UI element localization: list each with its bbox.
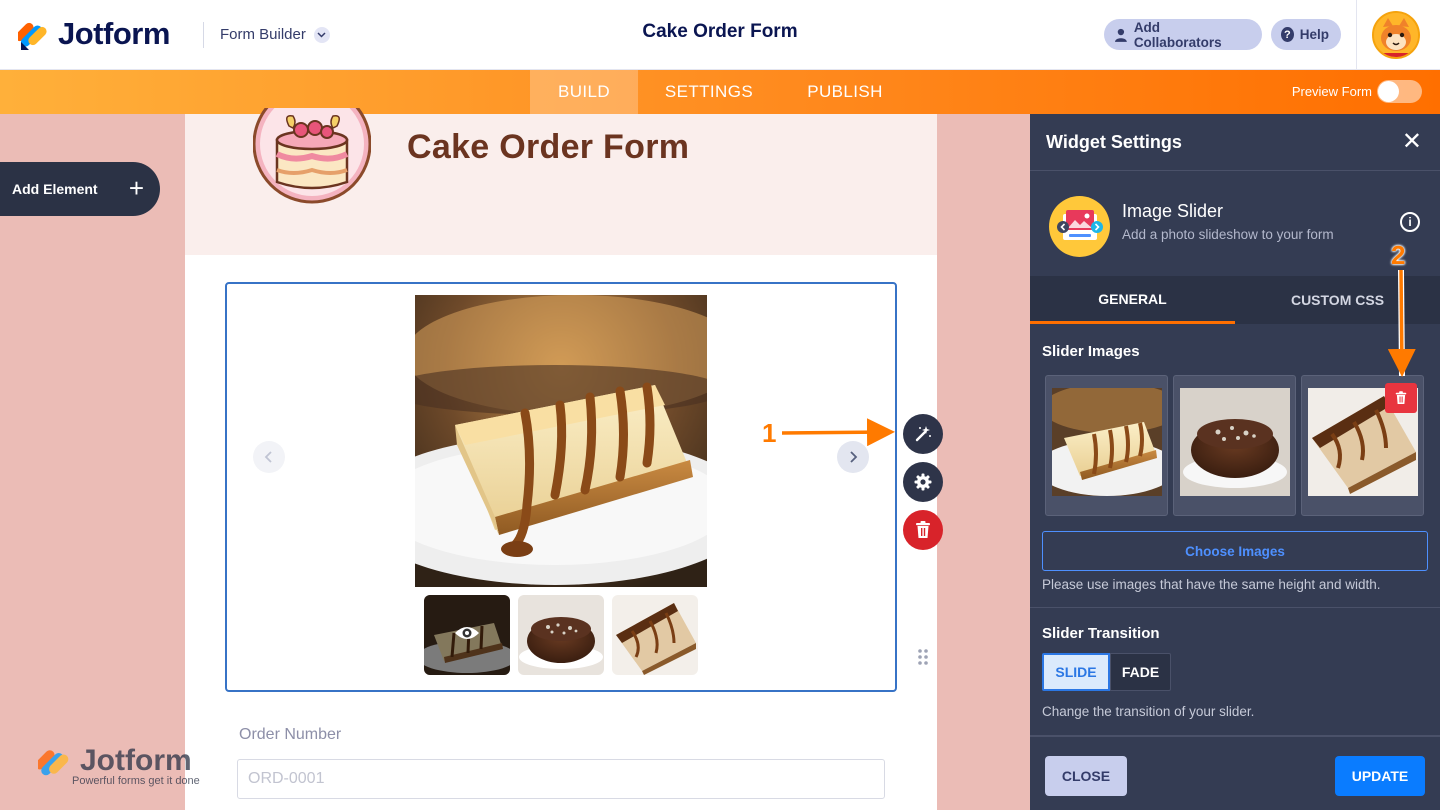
- slider-thumbnail-2[interactable]: [518, 595, 604, 675]
- tab-publish[interactable]: PUBLISH: [790, 70, 900, 114]
- jotform-logo[interactable]: Jotform: [18, 16, 170, 52]
- widget-settings-button[interactable]: [903, 462, 943, 502]
- plus-icon: +: [128, 173, 144, 203]
- trash-icon: [916, 521, 930, 538]
- slider-thumbnail-3[interactable]: [612, 595, 698, 675]
- widget-delete-button[interactable]: [903, 510, 943, 550]
- tab-build[interactable]: BUILD: [530, 70, 638, 114]
- slider-next-button[interactable]: [837, 441, 869, 473]
- builder-nav: BUILD SETTINGS PUBLISH Preview Form: [0, 70, 1440, 114]
- chocolate-cake-thumb: [518, 595, 604, 675]
- slider-image-card-1[interactable]: [1045, 375, 1168, 516]
- annotation-number-2: 2: [1391, 240, 1406, 270]
- help-button[interactable]: ? Help: [1271, 19, 1341, 50]
- widget-info: Image Slider Add a photo slideshow to yo…: [1030, 172, 1440, 276]
- chevron-left-icon: [264, 451, 272, 463]
- slider-transition-label: Slider Transition: [1042, 625, 1160, 642]
- chevron-down-icon: [313, 26, 330, 43]
- image-slider-icon: [1049, 196, 1110, 257]
- cheesecake-photo: [415, 295, 707, 587]
- header-divider: [203, 22, 204, 48]
- transition-hint: Change the transition of your slider.: [1042, 704, 1255, 719]
- add-element-label: Add Element: [12, 181, 98, 197]
- user-icon: [1114, 28, 1127, 42]
- header-divider-right: [1356, 0, 1357, 70]
- order-number-label: Order Number: [239, 726, 342, 743]
- transition-slide-option[interactable]: SLIDE: [1042, 653, 1110, 691]
- tab-settings[interactable]: SETTINGS: [648, 70, 770, 114]
- gear-icon: [914, 473, 932, 491]
- cheesecake-image: [1052, 388, 1162, 496]
- widget-name: Image Slider: [1122, 201, 1224, 221]
- order-number-input[interactable]: [237, 759, 885, 799]
- form-header[interactable]: Cake Order Form: [185, 108, 937, 255]
- tab-general[interactable]: GENERAL: [1030, 276, 1235, 324]
- caramel-cheesecake-thumb: [612, 595, 698, 675]
- cake-logo-icon: [253, 108, 371, 204]
- add-collaborators-label: Add Collaborators: [1133, 19, 1222, 50]
- panel-title: Widget Settings: [1046, 132, 1182, 152]
- section-divider: [1030, 607, 1440, 608]
- help-label: Help: [1299, 27, 1329, 42]
- form-header-title: Cake Order Form: [407, 128, 690, 166]
- widget-wizard-button[interactable]: [903, 414, 943, 454]
- slider-thumbnail-1[interactable]: [424, 595, 510, 675]
- annotation-number-1: 1: [762, 418, 777, 448]
- preview-form-label: Preview Form: [1291, 84, 1372, 99]
- form-builder-dropdown[interactable]: Form Builder: [220, 26, 330, 43]
- question-icon: ?: [1281, 27, 1294, 42]
- choose-images-button[interactable]: Choose Images: [1042, 531, 1428, 571]
- widget-settings-panel: Widget Settings ✕ Image Slider Add a pho…: [1030, 114, 1440, 810]
- update-button[interactable]: UPDATE: [1335, 756, 1425, 796]
- delete-image-button[interactable]: [1385, 383, 1417, 413]
- widget-description: Add a photo slideshow to your form: [1122, 227, 1334, 242]
- panel-tabs: GENERAL CUSTOM CSS: [1030, 276, 1440, 324]
- jotform-watermark: Jotform Powerful forms get it done: [35, 744, 200, 787]
- chocolate-cake-image: [1180, 388, 1290, 496]
- panel-footer: CLOSE UPDATE: [1030, 736, 1440, 810]
- trash-icon: [1395, 391, 1407, 404]
- image-slider-widget[interactable]: [225, 282, 928, 692]
- close-button[interactable]: CLOSE: [1045, 756, 1127, 796]
- info-icon[interactable]: i: [1400, 212, 1420, 232]
- watermark-tagline: Powerful forms get it done: [72, 775, 200, 787]
- add-element-button[interactable]: Add Element +: [0, 162, 160, 216]
- preview-form-toggle[interactable]: [1377, 80, 1422, 103]
- top-header: Jotform Form Builder Cake Order Form Add…: [0, 0, 1440, 70]
- avatar[interactable]: [1372, 11, 1420, 59]
- form-title[interactable]: Cake Order Form: [642, 21, 797, 42]
- cat-avatar-icon: [1374, 13, 1418, 57]
- transition-fade-option[interactable]: FADE: [1110, 653, 1171, 691]
- chevron-right-icon: [850, 451, 858, 463]
- images-hint: Please use images that have the same hei…: [1042, 577, 1381, 592]
- slider-image-card-2[interactable]: [1173, 375, 1296, 516]
- tab-custom-css[interactable]: CUSTOM CSS: [1235, 276, 1440, 324]
- add-collaborators-button[interactable]: Add Collaborators: [1104, 19, 1262, 50]
- toggle-knob: [1378, 81, 1399, 102]
- panel-header: Widget Settings ✕: [1030, 114, 1440, 171]
- slider-main-image: [415, 295, 707, 587]
- close-icon[interactable]: ✕: [1402, 130, 1422, 154]
- brand-name: Jotform: [58, 16, 170, 51]
- watermark-brand: Jotform: [80, 744, 192, 777]
- form-builder-label: Form Builder: [220, 26, 306, 43]
- eye-icon: [455, 627, 479, 639]
- drag-handle-icon[interactable]: [917, 648, 929, 666]
- form-canvas: Cake Order Form Order Number ORD-0001: [185, 108, 937, 810]
- magic-wand-icon: [915, 426, 931, 442]
- jotform-logo-icon: [18, 22, 47, 50]
- watermark-logo-icon: [35, 750, 69, 776]
- slider-images-label: Slider Images: [1042, 343, 1140, 360]
- slider-prev-button[interactable]: [253, 441, 285, 473]
